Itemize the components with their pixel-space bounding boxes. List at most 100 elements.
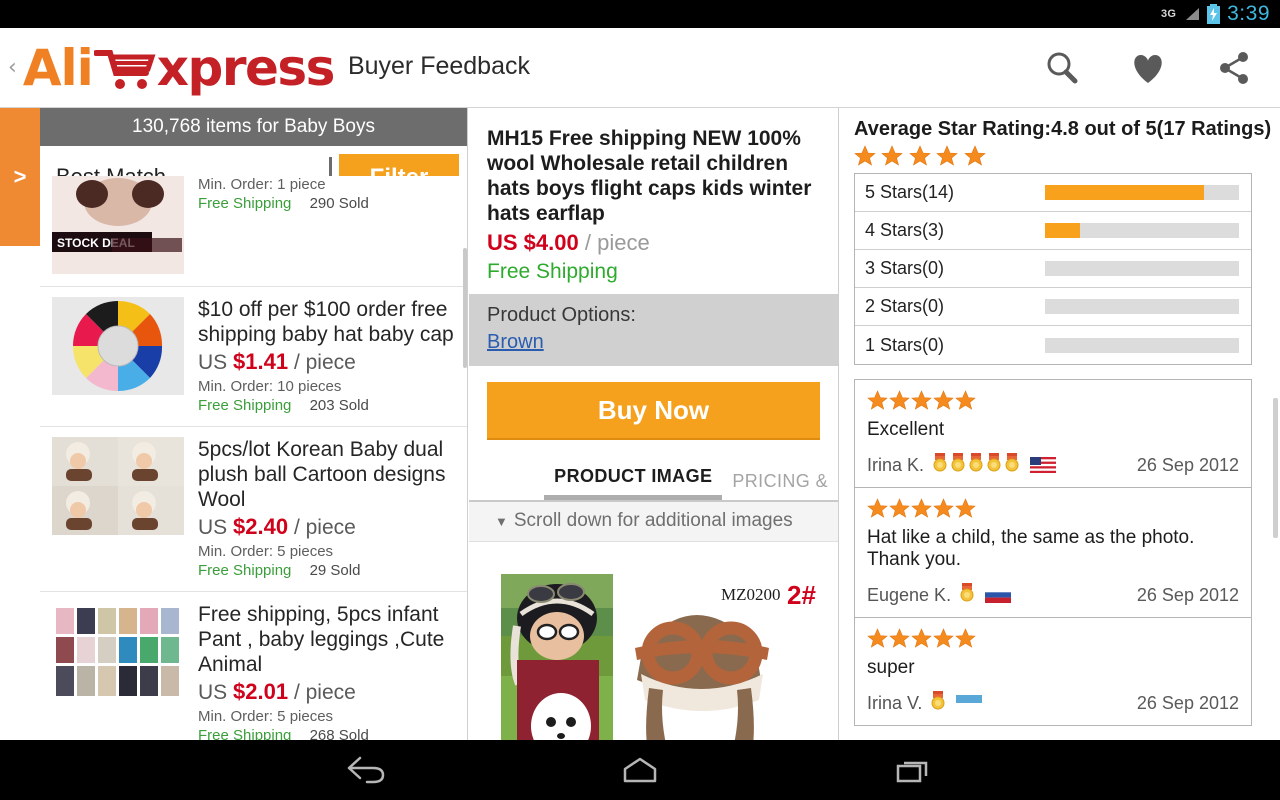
rating-bar-track	[1045, 261, 1239, 276]
rating-breakdown-chart: 5 Stars(14) 4 Stars(3) 3 Stars(0) 2 Star…	[854, 173, 1252, 365]
back-chevron-icon[interactable]: ‹	[0, 56, 21, 79]
nav-home-icon[interactable]	[608, 748, 672, 792]
product-info: 5pcs/lot Korean Baby dual plush ball Car…	[198, 437, 455, 579]
product-option-brown-link[interactable]: Brown	[487, 331, 544, 354]
reviewer-flag-icon	[956, 695, 983, 711]
review-stars	[867, 498, 1239, 519]
star-icon	[867, 390, 888, 411]
right-panel-scrollbar[interactable]	[1273, 398, 1278, 538]
review-meta: Eugene K. 26 Sep 2012	[867, 583, 1239, 607]
product-shipping: Free Shipping	[198, 195, 292, 212]
product-sold-count: 29 Sold	[309, 562, 361, 579]
product-detail-price: US $4.00 / piece	[469, 226, 838, 256]
star-icon	[911, 498, 932, 519]
battery-charging-icon	[1206, 4, 1221, 24]
network-type-label: 3G	[1161, 8, 1177, 20]
price-currency: US	[198, 351, 228, 374]
product-min-order: Min. Order: 5 pieces	[198, 543, 334, 560]
left-panel-scrollbar[interactable]	[463, 248, 467, 368]
detail-tabs: PRODUCT IMAGE PRICING &	[469, 458, 838, 502]
app-bar: ‹ Ali xpress Buyer Feedback	[0, 28, 1280, 108]
drawer-chevron-icon: >	[13, 164, 27, 189]
price-unit: / piece	[293, 681, 356, 704]
caret-down-icon: ▼	[495, 514, 508, 529]
reviewer-medals	[930, 691, 946, 715]
buy-now-button[interactable]: Buy Now	[487, 382, 820, 438]
star-icon	[889, 498, 910, 519]
main-content: > 130,768 items for Baby Boys Best Match…	[0, 108, 1280, 740]
nav-recents-icon[interactable]	[882, 748, 946, 792]
star-icon	[955, 498, 976, 519]
favorite-heart-icon[interactable]	[1128, 48, 1168, 88]
nav-back-icon[interactable]	[334, 748, 398, 792]
logo-text-xpress: xpress	[156, 38, 336, 97]
product-image-viewer[interactable]: MZ0200 2#	[483, 556, 824, 740]
page-title: Buyer Feedback	[347, 52, 530, 80]
product-sold-count: 268 Sold	[309, 727, 369, 740]
shopping-cart-icon	[92, 43, 156, 93]
rating-bar-track	[1045, 185, 1239, 200]
rating-bar-track	[1045, 223, 1239, 238]
review-item[interactable]: Excellent Irina K. 26 Sep 2012	[855, 380, 1251, 488]
review-item[interactable]: Hat like a child, the same as the photo.…	[855, 488, 1251, 618]
list-item[interactable]: Free shipping, 5pcs infant Pant , baby l…	[40, 592, 467, 740]
share-icon[interactable]	[1214, 48, 1254, 88]
review-date: 26 Sep 2012	[1136, 454, 1239, 475]
product-price: US $2.40 / piece	[198, 514, 455, 540]
reviewer-flag-icon	[985, 587, 1012, 603]
price-unit: / piece	[584, 230, 650, 255]
star-icon	[933, 390, 954, 411]
product-min-order: Min. Order: 5 pieces	[198, 708, 334, 725]
medal-icon	[986, 453, 1002, 477]
star-icon	[964, 145, 986, 167]
star-icon	[955, 628, 976, 649]
product-title: Free shipping, 5pcs infant Pant , baby l…	[198, 603, 445, 676]
review-list: Excellent Irina K. 26 Sep 2012 Hat like …	[854, 379, 1252, 726]
android-nav-bar	[0, 740, 1280, 800]
clock-label: 3:39	[1227, 2, 1270, 25]
average-rating-title: Average Star Rating:4.8 out of 5(17 Rati…	[854, 118, 1272, 140]
list-item[interactable]: STOCK DEAL Min. Order: 1 piece Free Ship…	[40, 176, 467, 287]
list-item[interactable]: $10 off per $100 order free shipping bab…	[40, 287, 467, 427]
product-footer: Free Shipping 268 Sold	[198, 727, 455, 740]
review-text: Excellent	[867, 419, 945, 440]
reviewer-medals	[959, 583, 975, 607]
price-currency: US	[198, 681, 228, 704]
star-icon	[936, 145, 959, 167]
product-sold-count: 203 Sold	[309, 397, 369, 414]
tab-product-image[interactable]: PRODUCT IMAGE	[544, 466, 723, 500]
rating-bar-fill	[1045, 185, 1205, 200]
product-price: US $1.41 / piece	[198, 349, 455, 375]
rating-bar-row: 2 Stars(0)	[855, 288, 1251, 326]
list-item[interactable]: 5pcs/lot Korean Baby dual plush ball Car…	[40, 427, 467, 592]
rating-bar-label: 1 Stars(0)	[865, 334, 945, 355]
buy-now-section: Buy Now	[469, 366, 838, 458]
rating-bar-label: 2 Stars(0)	[865, 296, 945, 316]
reviewer-name: Irina V.	[867, 692, 923, 713]
rating-bar-row: 4 Stars(3)	[855, 212, 1251, 250]
star-icon	[911, 628, 932, 649]
rating-bar-track	[1045, 337, 1239, 353]
aliexpress-logo[interactable]: Ali xpress	[23, 38, 336, 97]
product-price: US $2.01 / piece	[198, 679, 455, 705]
star-icon	[881, 145, 904, 167]
price-amount: $1.41	[233, 349, 289, 374]
drawer-toggle-button[interactable]: >	[0, 108, 40, 246]
rating-bar-label: 4 Stars(3)	[865, 220, 945, 240]
price-unit: / piece	[293, 516, 356, 539]
review-item[interactable]: super Irina V. 26 Sep 2012	[855, 618, 1251, 726]
rating-bar-row: 1 Stars(0)	[855, 326, 1251, 364]
review-stars	[867, 628, 1239, 649]
price-unit: / piece	[293, 351, 356, 374]
tab-pricing[interactable]: PRICING &	[722, 471, 838, 500]
product-shipping: Free Shipping	[198, 562, 292, 579]
product-image-variant: 2#	[787, 580, 816, 610]
product-min-order: Min. Order: 10 pieces	[198, 378, 342, 395]
product-shipping: Free Shipping	[198, 397, 292, 414]
product-info: Free shipping, 5pcs infant Pant , baby l…	[198, 602, 455, 740]
average-rating-stars	[840, 141, 1280, 173]
medal-icon	[932, 453, 948, 477]
search-icon[interactable]	[1042, 48, 1082, 88]
product-detail-title: MH15 Free shipping NEW 100% wool Wholesa…	[487, 127, 812, 225]
review-meta: Irina V. 26 Sep 2012	[867, 691, 1239, 715]
